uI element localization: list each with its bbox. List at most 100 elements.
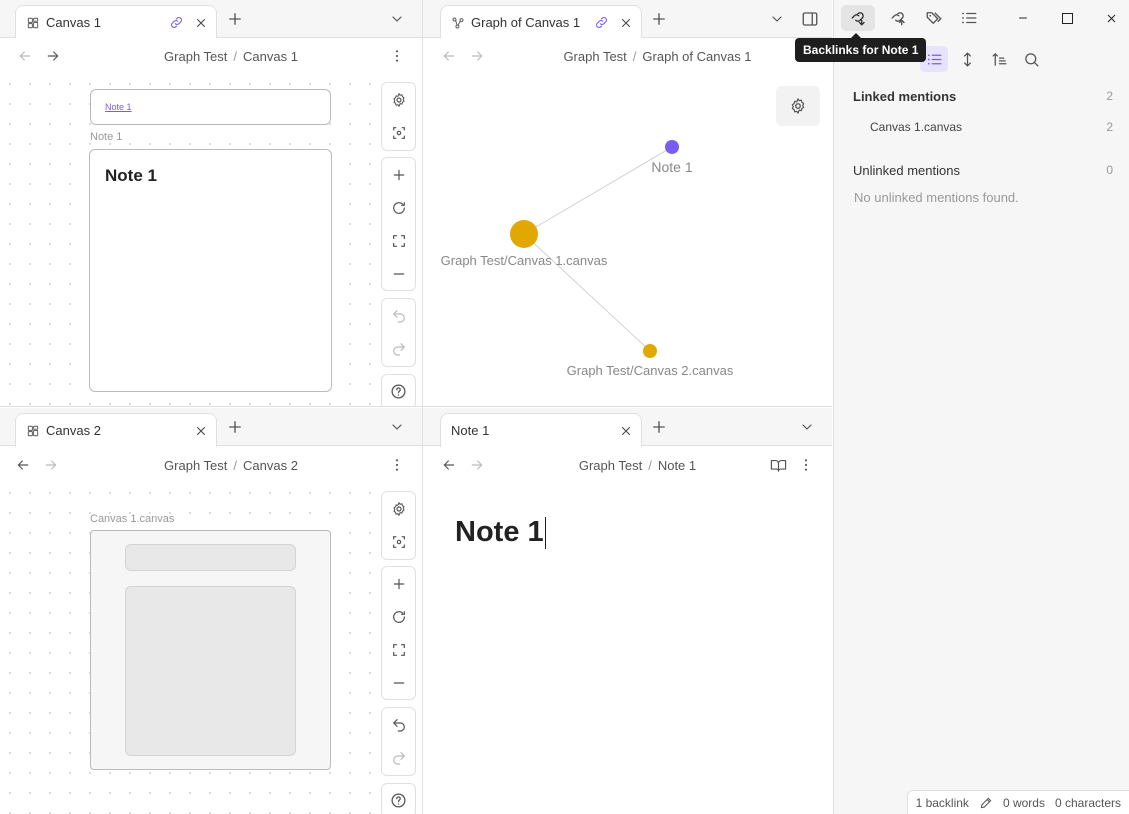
unlinked-empty-message: No unlinked mentions found. (854, 190, 1019, 205)
status-backlinks[interactable]: 1 backlink (916, 796, 969, 810)
tab-canvas-1[interactable]: Canvas 1 (15, 5, 217, 39)
breadcrumb-current[interactable]: Graph of Canvas 1 (642, 49, 751, 64)
canvas-help-button[interactable] (382, 375, 415, 406)
canvas-area[interactable]: Canvas 1.canvas (0, 483, 422, 814)
redo-button[interactable] (382, 741, 415, 774)
toggle-right-sidebar-button[interactable] (798, 7, 822, 31)
close-tab-button[interactable] (194, 16, 208, 30)
more-options-button[interactable] (795, 454, 817, 476)
sort-icon (991, 51, 1008, 68)
unlinked-mentions-header[interactable]: Unlinked mentions 0 (853, 163, 1113, 178)
pencil-icon[interactable] (979, 796, 993, 810)
pane-divider-horizontal[interactable] (0, 406, 832, 407)
redo-button[interactable] (382, 332, 415, 365)
window-minimize-button[interactable] (1006, 5, 1040, 31)
breadcrumb-parent[interactable]: Graph Test (563, 49, 626, 64)
graph-node-note-1[interactable] (665, 140, 679, 154)
backlinks-tab[interactable] (841, 5, 875, 31)
canvas-help-button[interactable] (382, 784, 415, 814)
zoom-to-fit-button[interactable] (382, 633, 415, 666)
breadcrumb-parent[interactable]: Graph Test (579, 458, 642, 473)
zoom-in-button[interactable] (382, 567, 415, 600)
zoom-to-fit-button[interactable] (382, 224, 415, 257)
outline-tab[interactable] (952, 5, 986, 31)
tab-list-button[interactable] (386, 416, 408, 438)
more-options-button[interactable] (386, 454, 408, 476)
reset-zoom-button[interactable] (382, 600, 415, 633)
status-word-count: 0 words (1002, 795, 1045, 810)
search-filter-button[interactable] (1017, 46, 1045, 72)
link-card[interactable]: Note 1 (90, 89, 331, 125)
link-icon (169, 15, 184, 30)
pane-note-1: Note 1 Graph Test / Note 1 Note 1 (423, 407, 832, 814)
graph-view[interactable]: Note 1 Graph Test/Canvas 1.canvas Graph … (423, 74, 832, 406)
outgoing-links-tab[interactable] (881, 5, 915, 31)
reset-zoom-button[interactable] (382, 191, 415, 224)
zoom-out-button[interactable] (382, 666, 415, 699)
graph-settings-button[interactable] (776, 86, 820, 126)
window-maximize-button[interactable] (1050, 5, 1084, 31)
close-tab-button[interactable] (619, 16, 633, 30)
new-tab-button[interactable] (648, 8, 670, 30)
window-close-button[interactable] (1094, 5, 1128, 31)
new-tab-button[interactable] (648, 416, 670, 438)
canvas-controls-zoom (381, 566, 416, 700)
breadcrumb-parent[interactable]: Graph Test (164, 49, 227, 64)
note-card-title: Note 1 (105, 166, 157, 185)
note-card-file-label[interactable]: Note 1 (90, 131, 122, 143)
graph-node-canvas-1[interactable] (510, 220, 538, 248)
new-tab-button[interactable] (224, 416, 246, 438)
linked-mention-name[interactable]: Canvas 1.canvas (870, 120, 962, 134)
link-card-text[interactable]: Note 1 (105, 102, 132, 112)
tags-tab[interactable] (917, 5, 951, 31)
linked-mentions-header[interactable]: Linked mentions 2 (853, 89, 1113, 104)
tab-list-button[interactable] (766, 8, 788, 30)
breadcrumb: Graph Test / Canvas 2 (100, 447, 362, 483)
breadcrumb: Graph Test / Note 1 (503, 447, 772, 483)
zoom-in-button[interactable] (382, 158, 415, 191)
close-tab-button[interactable] (194, 424, 208, 438)
breadcrumb-parent[interactable]: Graph Test (164, 458, 227, 473)
breadcrumb-current[interactable]: Canvas 1 (243, 49, 298, 64)
zoom-out-button[interactable] (382, 257, 415, 290)
back-button[interactable] (12, 454, 34, 476)
forward-button[interactable] (42, 45, 64, 67)
more-options-button[interactable] (386, 45, 408, 67)
breadcrumb-current[interactable]: Note 1 (658, 458, 696, 473)
show-more-context-button[interactable] (953, 46, 981, 72)
note-card[interactable]: Note 1 (89, 149, 332, 392)
graph-node-canvas-2[interactable] (643, 344, 657, 358)
editor[interactable]: Note 1 (423, 483, 832, 814)
back-button[interactable] (14, 45, 36, 67)
zoom-to-selection-button[interactable] (382, 525, 415, 558)
close-icon (1105, 12, 1118, 25)
new-tab-button[interactable] (224, 8, 246, 30)
tab-note-1[interactable]: Note 1 (440, 413, 642, 447)
embedded-canvas-card[interactable] (90, 530, 331, 770)
linked-mention-item[interactable]: Canvas 1.canvas 2 (870, 120, 1113, 134)
list-icon (960, 9, 978, 27)
canvas-settings-button[interactable] (382, 492, 415, 525)
back-button[interactable] (438, 45, 460, 67)
canvas-area[interactable]: Note 1 Note 1 Note 1 (0, 74, 422, 406)
note-heading[interactable]: Note 1 (455, 516, 544, 549)
zoom-to-selection-button[interactable] (382, 116, 415, 149)
tab-graph-of-canvas-1[interactable]: Graph of Canvas 1 (440, 5, 642, 39)
graph-canvas[interactable]: Note 1 Graph Test/Canvas 1.canvas Graph … (423, 74, 832, 406)
tab-canvas-2[interactable]: Canvas 2 (15, 413, 217, 447)
back-button[interactable] (438, 454, 460, 476)
tab-list-button[interactable] (796, 416, 818, 438)
forward-button[interactable] (466, 45, 488, 67)
undo-button[interactable] (382, 708, 415, 741)
forward-button[interactable] (40, 454, 62, 476)
tab-list-button[interactable] (386, 8, 408, 30)
breadcrumb-current[interactable]: Canvas 2 (243, 458, 298, 473)
canvas-settings-button[interactable] (382, 83, 415, 116)
forward-button[interactable] (466, 454, 488, 476)
reading-view-button[interactable] (766, 454, 790, 476)
embed-file-label[interactable]: Canvas 1.canvas (90, 513, 174, 525)
pane-divider-vertical[interactable] (422, 0, 423, 814)
close-tab-button[interactable] (619, 424, 633, 438)
undo-button[interactable] (382, 299, 415, 332)
change-sort-order-button[interactable] (985, 46, 1013, 72)
